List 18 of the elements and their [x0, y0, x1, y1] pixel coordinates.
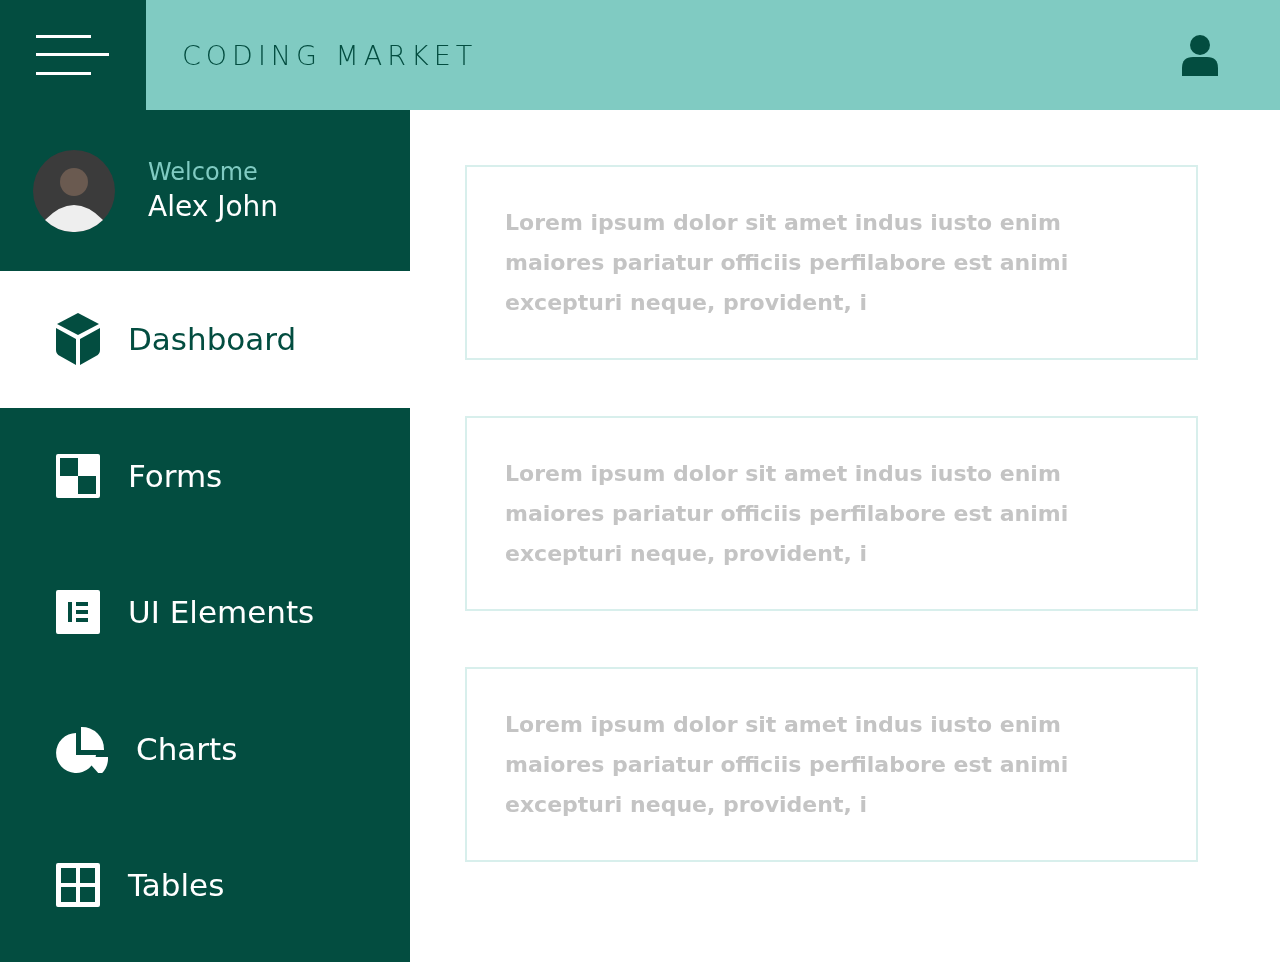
cube-icon — [54, 311, 102, 368]
grid-icon — [54, 861, 102, 910]
user-icon[interactable] — [1182, 34, 1218, 76]
elements-icon — [54, 588, 102, 637]
nav-item[interactable]: Forms — [0, 407, 410, 544]
nav-item[interactable]: Charts — [0, 680, 410, 817]
pie-icon — [54, 724, 110, 773]
card-text: Lorem ipsum dolor sit amet indus iusto enim maiores pariatur officiis perfilabore est animi excepturi neque, provident, i — [505, 711, 1070, 819]
welcome-text: Welcome — [148, 158, 259, 186]
nav-item[interactable]: Dashboard — [0, 271, 410, 408]
card-text: Lorem ipsum dolor sit amet indus iusto enim maiores pariatur officiis perfilabore est animi excepturi neque, provident, i — [505, 209, 1070, 317]
user-name: Alex John — [148, 190, 279, 223]
app-title: CODING MARKET — [182, 39, 478, 71]
nav-item[interactable]: UI Elements — [0, 544, 410, 681]
menu-icon[interactable] — [36, 35, 110, 75]
nav-item[interactable]: Tables — [0, 817, 410, 954]
card-text: Lorem ipsum dolor sit amet indus iusto enim maiores pariatur officiis perfilabore est animi excepturi neque, provident, i — [505, 460, 1070, 568]
checker-icon — [54, 451, 102, 500]
